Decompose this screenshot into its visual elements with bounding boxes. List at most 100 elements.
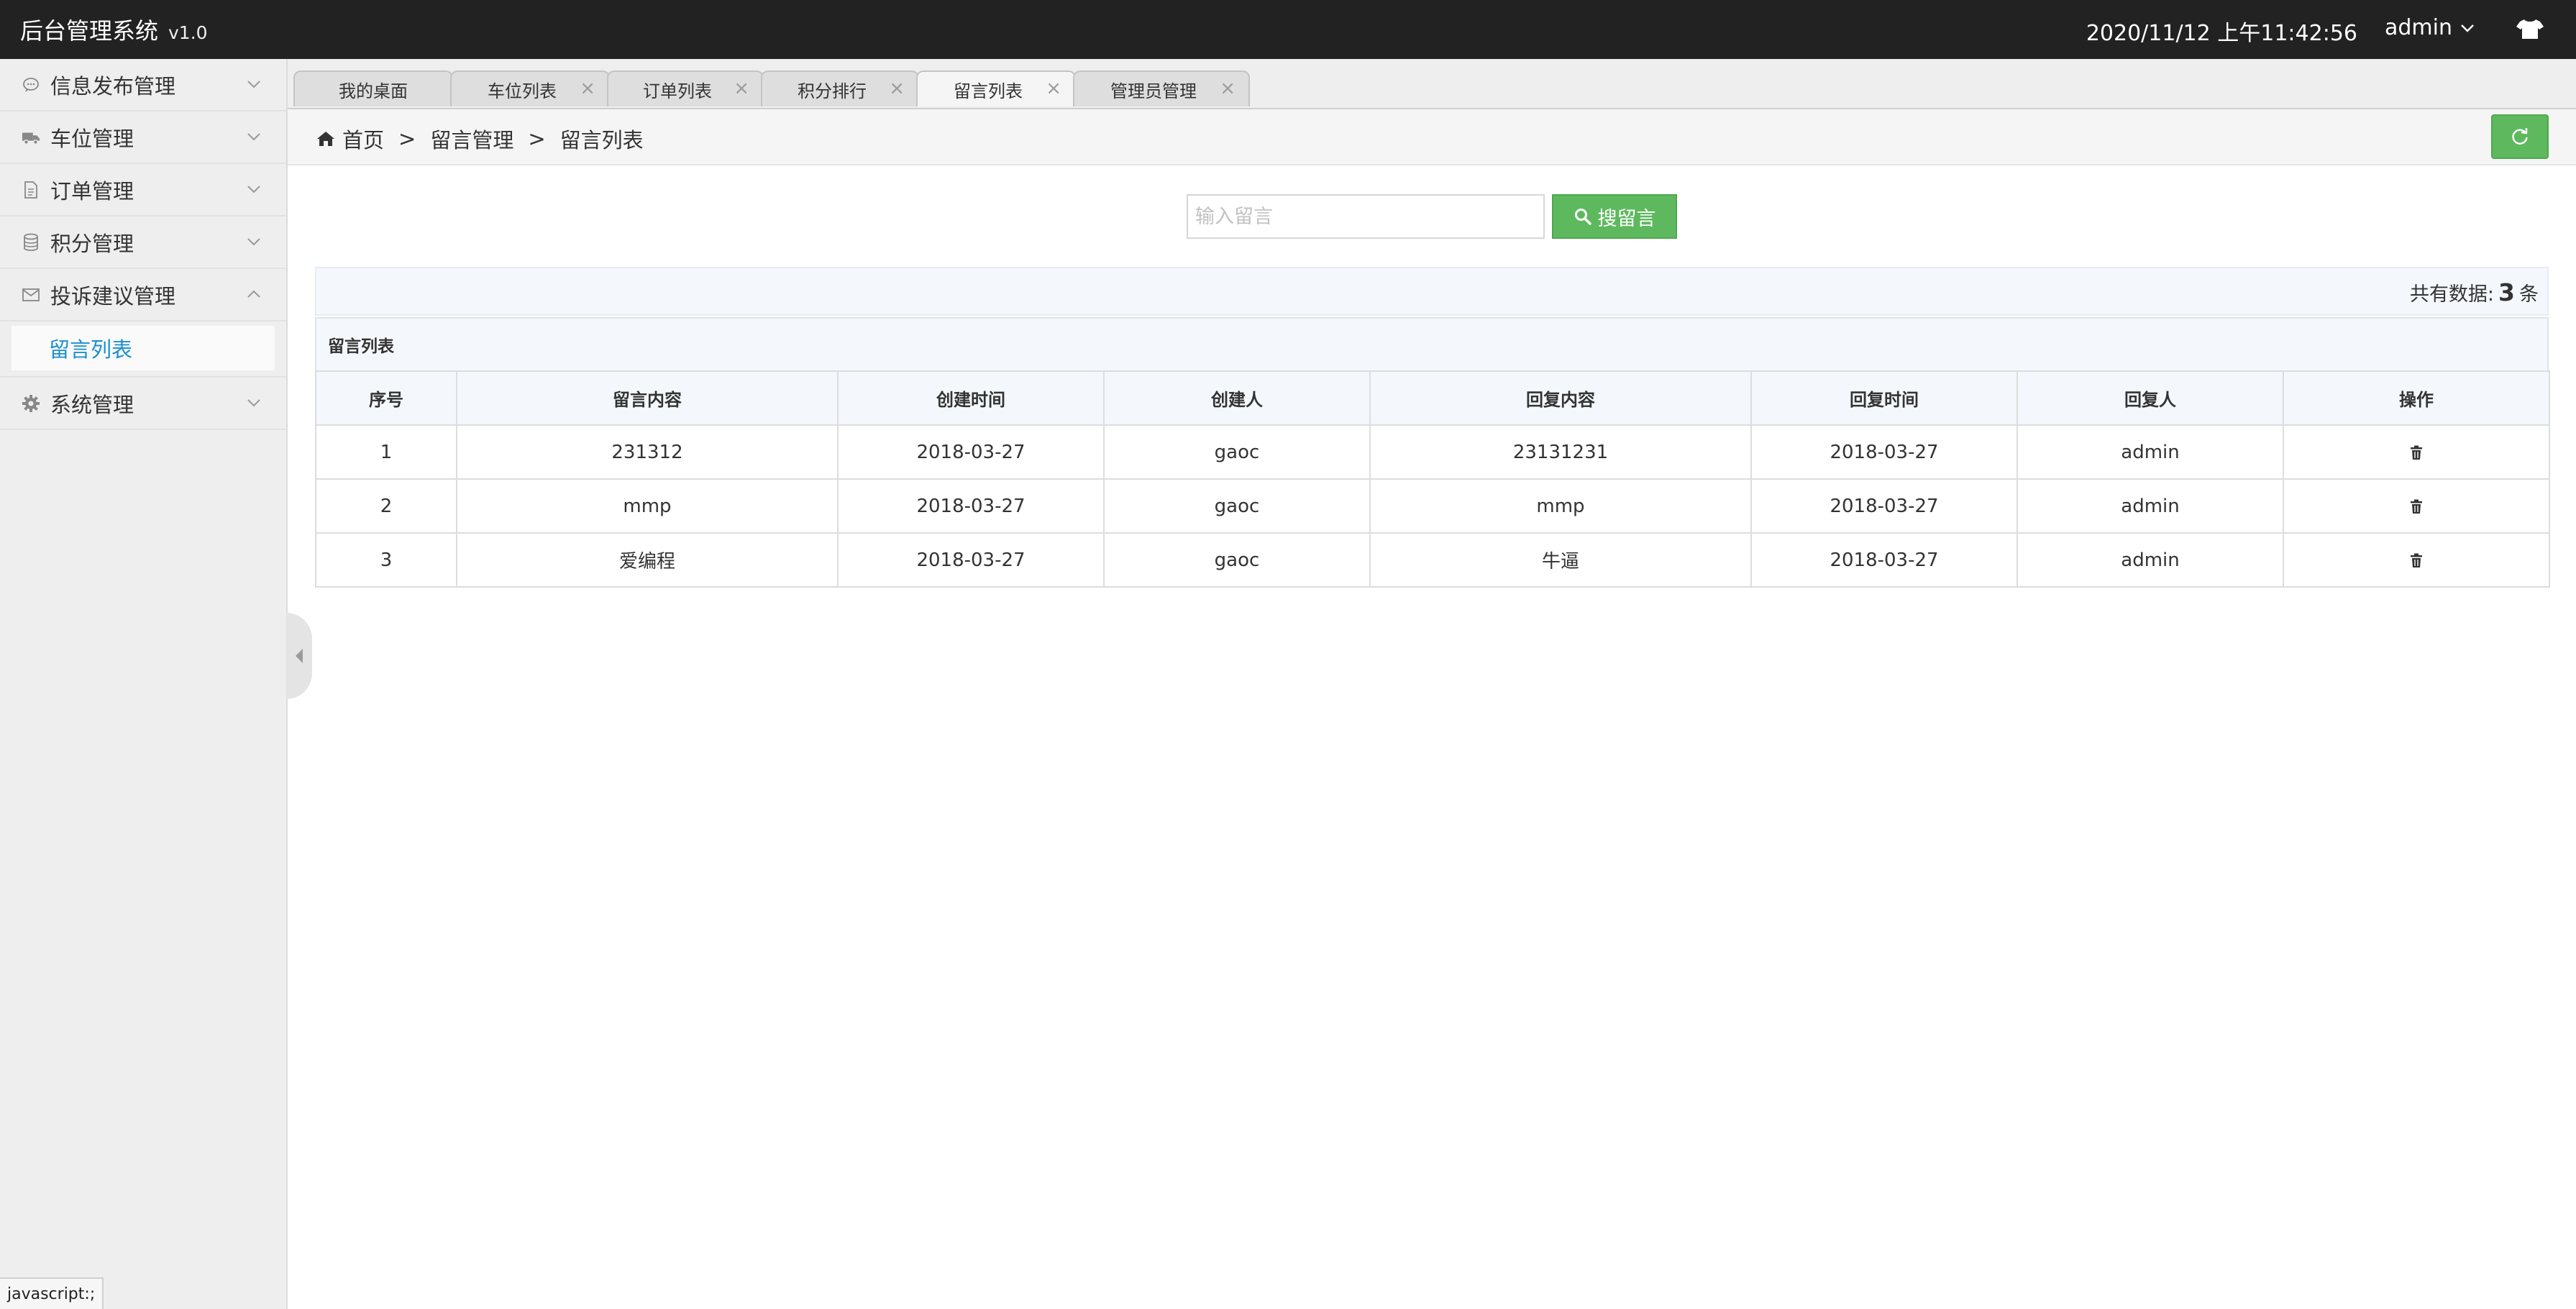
table-cell: 2018-03-27	[837, 424, 1105, 480]
sidebar-item-label: 积分管理	[50, 231, 134, 256]
truck-icon	[22, 128, 40, 147]
sidebar-item-parking[interactable]: 车位管理	[0, 111, 286, 164]
tab-admin-management[interactable]: 管理员管理 ×	[1073, 70, 1250, 106]
table-cell-action	[2283, 532, 2550, 588]
message-table: 留言列表 序号 留言内容 创建时间 创建人 回复内容 回复时间 回复人 操作 1…	[315, 317, 2550, 588]
search-input[interactable]	[1187, 194, 1545, 239]
chevron-down-icon	[247, 133, 260, 141]
chevron-down-icon	[247, 81, 260, 88]
close-icon[interactable]: ×	[1046, 79, 1061, 98]
app-title[interactable]: 后台管理系统 v1.0	[20, 13, 208, 46]
tab-my-desktop[interactable]: 我的桌面	[293, 70, 453, 106]
top-header: 后台管理系统 v1.0 2020/11/12 上午11:42:56 admin	[0, 0, 2576, 59]
table-cell: admin	[2017, 478, 2284, 534]
table-cell: 2018-03-27	[1750, 532, 2018, 588]
search-message-button[interactable]: 搜留言	[1552, 194, 1677, 239]
table-cell: gaoc	[1103, 424, 1371, 480]
sidebar-item-complaints[interactable]: 投诉建议管理	[0, 269, 286, 321]
chevron-up-icon	[247, 290, 260, 298]
skin-switch-button[interactable]	[2514, 13, 2546, 45]
close-icon[interactable]: ×	[889, 79, 905, 98]
tab-label: 留言列表	[954, 81, 1023, 101]
tab-label: 车位列表	[488, 81, 557, 101]
current-datetime: 2020/11/12 上午11:42:56	[2086, 21, 2357, 46]
sidebar-item-label: 投诉建议管理	[50, 283, 176, 309]
table-header-row: 序号 留言内容 创建时间 创建人 回复内容 回复时间 回复人 操作	[315, 370, 2550, 426]
data-count: 共有数据: 3 条	[2410, 278, 2539, 306]
sidebar-item-label: 车位管理	[50, 126, 134, 151]
table-cell: 1	[315, 424, 457, 480]
breadcrumb-home[interactable]: 首页	[342, 124, 384, 154]
tab-label: 我的桌面	[339, 81, 408, 101]
sidebar-item-info-publish[interactable]: 信息发布管理	[0, 59, 286, 111]
breadcrumb-message-management[interactable]: 留言管理	[430, 124, 513, 154]
trash-icon[interactable]	[2408, 444, 2424, 460]
tab-parking-list[interactable]: 车位列表 ×	[450, 70, 610, 106]
column-header: 回复时间	[1750, 370, 2018, 426]
column-header: 回复人	[2017, 370, 2284, 426]
table-cell: admin	[2017, 532, 2284, 588]
sidebar-item-label: 系统管理	[50, 392, 134, 417]
sidebar-item-label: 订单管理	[50, 178, 134, 204]
data-count-prefix: 共有数据:	[2409, 283, 2495, 306]
app-version: v1.0	[168, 22, 208, 43]
table-cell: 爱编程	[456, 532, 839, 588]
sidebar-item-label: 信息发布管理	[50, 73, 176, 99]
user-menu[interactable]: admin	[2385, 15, 2475, 40]
tab-points-ranking[interactable]: 积分排行 ×	[761, 70, 919, 106]
table-row: 1 231312 2018-03-27 gaoc 23131231 2018-0…	[315, 424, 2550, 480]
sidebar: 信息发布管理 车位管理 订单管理 积分管理 投诉建议管理 留言列表 系统管理	[0, 59, 288, 1309]
tab-label: 订单列表	[643, 81, 712, 101]
breadcrumb: 首页 > 留言管理 > 留言列表	[316, 124, 644, 154]
column-header: 操作	[2283, 370, 2550, 426]
table-row: 3 爱编程 2018-03-27 gaoc 牛逼 2018-03-27 admi…	[315, 532, 2550, 588]
comment-icon	[22, 76, 40, 94]
table-cell: gaoc	[1103, 478, 1371, 534]
message-grid: 序号 留言内容 创建时间 创建人 回复内容 回复时间 回复人 操作 1 2313…	[315, 370, 2550, 588]
table-row: 2 mmp 2018-03-27 gaoc mmp 2018-03-27 adm…	[315, 478, 2550, 534]
table-cell: 2018-03-27	[837, 532, 1105, 588]
search-icon	[1574, 209, 1591, 225]
tab-bar: 我的桌面 车位列表 × 订单列表 × 积分排行 × 留言列表 × 管理员管理 ×	[288, 59, 2576, 109]
caret-left-icon	[296, 649, 303, 663]
sidebar-item-points[interactable]: 积分管理	[0, 216, 286, 269]
breadcrumb-bar: 首页 > 留言管理 > 留言列表	[288, 109, 2576, 165]
table-cell: 2	[315, 478, 457, 534]
data-count-bar: 共有数据: 3 条	[315, 267, 2549, 316]
close-icon[interactable]: ×	[580, 79, 595, 98]
tshirt-icon	[2516, 19, 2544, 39]
gear-icon	[22, 394, 40, 413]
sidebar-collapse-handle[interactable]	[286, 613, 312, 699]
column-header: 回复内容	[1369, 370, 1752, 426]
trash-icon[interactable]	[2408, 498, 2424, 514]
column-header: 创建时间	[837, 370, 1105, 426]
table-cell: 23131231	[1369, 424, 1752, 480]
column-header: 创建人	[1103, 370, 1371, 426]
database-icon	[22, 233, 40, 252]
sidebar-item-orders[interactable]: 订单管理	[0, 164, 286, 216]
breadcrumb-separator: >	[528, 127, 546, 151]
refresh-icon	[2512, 128, 2528, 145]
trash-icon[interactable]	[2408, 552, 2424, 568]
column-header: 留言内容	[456, 370, 839, 426]
sidebar-item-system[interactable]: 系统管理	[0, 376, 286, 430]
close-icon[interactable]: ×	[734, 79, 749, 98]
sidebar-subitem-label: 留言列表	[49, 337, 133, 362]
table-cell: mmp	[456, 478, 839, 534]
tab-label: 积分排行	[798, 81, 867, 101]
tab-message-list[interactable]: 留言列表 ×	[916, 70, 1076, 106]
column-header: 序号	[315, 370, 457, 426]
refresh-button[interactable]	[2491, 114, 2549, 159]
home-icon	[317, 132, 334, 146]
table-caption: 留言列表	[315, 317, 2549, 370]
search-button-label: 搜留言	[1597, 207, 1656, 230]
close-icon[interactable]: ×	[1220, 79, 1236, 98]
chevron-down-icon	[247, 186, 260, 193]
sidebar-subitem-message-list[interactable]: 留言列表	[12, 326, 275, 370]
table-cell: 2018-03-27	[1750, 478, 2018, 534]
status-tooltip: javascript:;	[0, 1277, 104, 1309]
breadcrumb-separator: >	[398, 127, 416, 151]
tab-order-list[interactable]: 订单列表 ×	[607, 70, 764, 106]
table-cell: gaoc	[1103, 532, 1371, 588]
table-cell-action	[2283, 424, 2550, 480]
